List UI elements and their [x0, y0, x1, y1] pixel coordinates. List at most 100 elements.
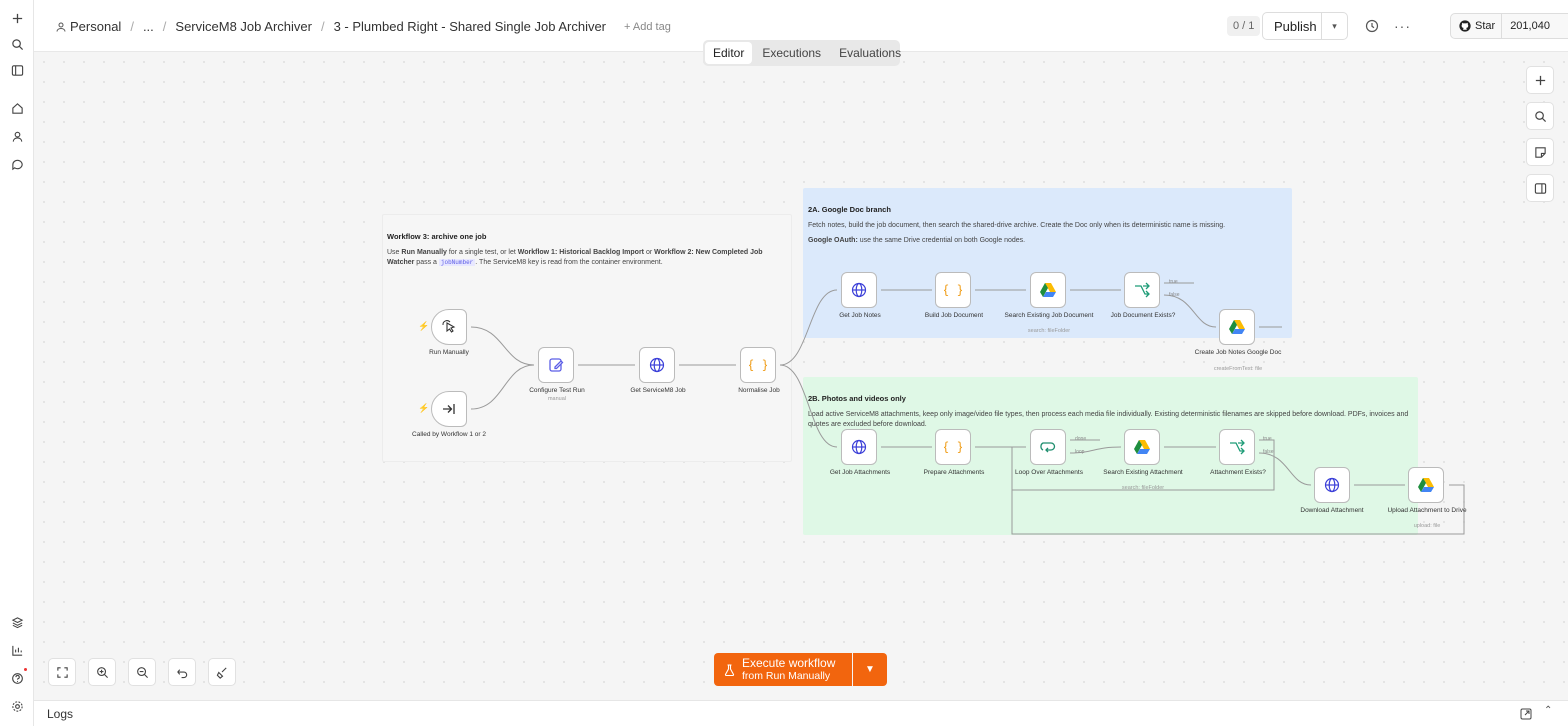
github-star-button[interactable]: Star — [1451, 14, 1503, 38]
connection — [779, 289, 838, 366]
branch-label-loop: loop — [1075, 449, 1085, 455]
globe-icon — [851, 282, 867, 298]
more-icon[interactable]: ··· — [1394, 18, 1411, 34]
search-nodes-button[interactable] — [1526, 102, 1554, 130]
trigger-bolt-icon: ⚡ — [418, 321, 430, 331]
tab-evaluations[interactable]: Evaluations — [831, 42, 909, 64]
trigger-bolt-icon: ⚡ — [418, 403, 430, 413]
node-download-attachment[interactable] — [1314, 467, 1350, 503]
node-create-job-notes-google-doc[interactable] — [1219, 309, 1255, 345]
node-attachment-exists[interactable] — [1219, 429, 1255, 465]
node-search-existing-job-document[interactable] — [1030, 272, 1066, 308]
fit-view-button[interactable] — [48, 658, 76, 686]
node-subtitle: createFromText: file — [1213, 366, 1263, 372]
add-node-button[interactable] — [1526, 66, 1554, 94]
node-job-document-exists[interactable] — [1124, 272, 1160, 308]
if-branch-icon — [1230, 439, 1245, 455]
node-label: Get Job Notes — [839, 312, 881, 319]
node-get-job-attachments[interactable] — [841, 429, 877, 465]
search-icon[interactable] — [7, 34, 27, 54]
search-icon — [1534, 110, 1546, 122]
node-label: Called by Workflow 1 or 2 — [412, 431, 486, 438]
add-icon[interactable] — [7, 8, 27, 28]
history-icon[interactable] — [1364, 18, 1380, 34]
node-subtitle: upload: file — [1413, 523, 1441, 529]
workflow-name[interactable]: 3 - Plumbed Right - Shared Single Job Ar… — [334, 19, 606, 34]
node-label: Download Attachment — [1300, 507, 1364, 514]
canvas-controls — [48, 658, 236, 686]
enter-icon — [443, 404, 455, 414]
zoom-in-button[interactable] — [88, 658, 116, 686]
chevron-down-icon[interactable]: ▼ — [853, 653, 887, 686]
node-label: Build Job Document — [924, 312, 984, 319]
chevron-up-icon[interactable]: ⌃ — [1544, 705, 1552, 716]
if-branch-icon — [1135, 282, 1150, 298]
node-run-manually[interactable] — [431, 309, 467, 345]
google-drive-icon — [1418, 478, 1434, 492]
popout-icon[interactable] — [1520, 708, 1532, 720]
undo-button[interactable] — [168, 658, 196, 686]
node-search-existing-attachment[interactable] — [1124, 429, 1160, 465]
node-get-job-notes[interactable] — [841, 272, 877, 308]
node-label: Run Manually — [429, 349, 469, 356]
svg-text:{ }: { } — [944, 283, 962, 297]
sticky-note-button[interactable] — [1526, 138, 1554, 166]
node-prepare-attachments[interactable]: { } — [935, 429, 971, 465]
execute-workflow-control: Execute workflow from Run Manually ▼ — [714, 653, 887, 686]
node-normalise-job[interactable]: { } — [740, 347, 776, 383]
tab-editor[interactable]: Editor — [705, 42, 753, 64]
chevron-down-icon[interactable]: ▾ — [1321, 13, 1347, 39]
node-build-job-document[interactable]: { } — [935, 272, 971, 308]
google-drive-icon — [1040, 283, 1056, 297]
workflow-canvas[interactable]: Workflow 3: archive one job Use Run Manu… — [34, 52, 1568, 700]
help-icon[interactable] — [7, 668, 27, 688]
zoom-out-button[interactable] — [128, 658, 156, 686]
add-tag-button[interactable]: + Add tag — [624, 21, 671, 33]
node-called-by-workflow[interactable] — [431, 391, 467, 427]
templates-icon[interactable] — [7, 612, 27, 632]
breadcrumb-project[interactable]: Personal — [70, 19, 121, 34]
node-label: Upload Attachment to Drive — [1387, 507, 1467, 514]
breadcrumb-ellipsis[interactable]: ... — [143, 19, 154, 34]
code-braces-icon: { } — [749, 358, 767, 372]
chat-icon[interactable] — [7, 154, 27, 174]
node-upload-attachment-to-drive[interactable] — [1408, 467, 1444, 503]
node-configure-test-run[interactable] — [538, 347, 574, 383]
node-label: Create Job Notes Google Doc — [1194, 349, 1282, 356]
execute-workflow-button[interactable]: Execute workflow from Run Manually — [714, 653, 852, 686]
user-icon[interactable] — [7, 126, 27, 146]
panel-toggle-button[interactable] — [1526, 174, 1554, 202]
connection — [470, 326, 535, 366]
connection — [779, 364, 838, 448]
breadcrumb-folder[interactable]: ServiceM8 Job Archiver — [175, 19, 312, 34]
node-loop-over-attachments[interactable] — [1030, 429, 1066, 465]
github-star-label: Star — [1475, 20, 1496, 32]
tidy-up-button[interactable] — [208, 658, 236, 686]
globe-icon — [649, 357, 665, 373]
pointer-click-icon — [442, 320, 456, 333]
node-subtitle: manual — [547, 396, 567, 402]
tab-executions[interactable]: Executions — [754, 42, 829, 64]
publish-button[interactable]: Publish ▾ — [1262, 12, 1348, 40]
node-label: Search Existing Attachment — [1103, 469, 1183, 476]
branch-label-true: true — [1169, 279, 1178, 285]
node-label: Search Existing Job Document — [1004, 312, 1094, 319]
node-get-servicem8-job[interactable] — [639, 347, 675, 383]
note-icon — [1534, 146, 1546, 158]
node-subtitle: search: fileFolder — [1027, 328, 1071, 334]
breadcrumb-separator: / — [130, 19, 134, 34]
breadcrumb: Personal / ... / ServiceM8 Job Archiver … — [56, 19, 671, 34]
logs-label: Logs — [47, 707, 74, 721]
zoom-in-icon — [96, 666, 108, 678]
settings-icon[interactable] — [7, 696, 27, 716]
svg-text:{ }: { } — [944, 440, 962, 454]
svg-text:{ }: { } — [749, 358, 767, 372]
insights-icon[interactable] — [7, 640, 27, 660]
sidebar-toggle-icon[interactable] — [7, 60, 27, 80]
logs-panel[interactable]: Logs ⌃ — [34, 700, 1568, 726]
undo-icon — [176, 668, 187, 678]
github-star-widget[interactable]: Star 201,040 — [1450, 13, 1568, 39]
node-label: Normalise Job — [738, 387, 780, 394]
breadcrumb-separator: / — [320, 19, 325, 34]
home-icon[interactable] — [7, 98, 27, 118]
